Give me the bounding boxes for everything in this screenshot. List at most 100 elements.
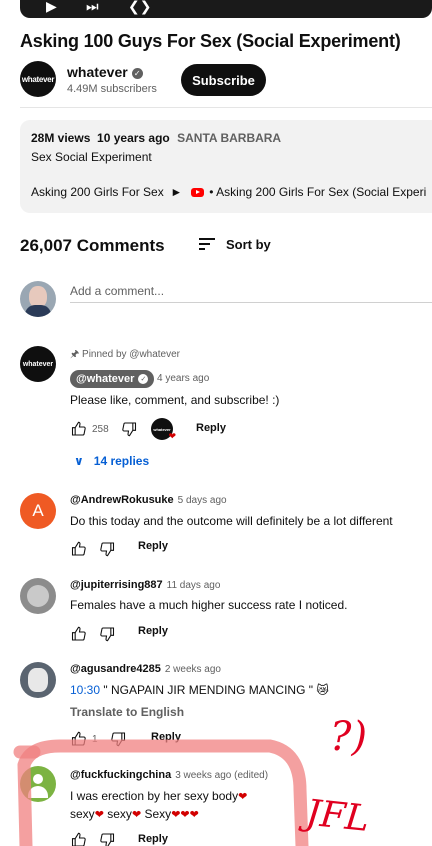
pinned-avatar-text: whatever bbox=[22, 360, 54, 368]
comment-avatar[interactable] bbox=[20, 662, 56, 698]
youtube-icon bbox=[190, 188, 204, 197]
like-icon[interactable] bbox=[70, 421, 87, 437]
heart-icon: ❤ bbox=[168, 431, 176, 441]
subscribe-button[interactable]: Subscribe bbox=[181, 64, 266, 96]
comment-text-line-2: sexy❤ sexy❤ Sexy❤❤❤ bbox=[70, 807, 199, 821]
comment-time: 2 weeks ago bbox=[164, 664, 221, 675]
comment-avatar[interactable]: A bbox=[20, 493, 56, 529]
comment-avatar[interactable] bbox=[20, 578, 56, 614]
video-player[interactable]: ▶ ⏭ ❮❯ bbox=[20, 0, 432, 18]
like-count: 258 bbox=[92, 423, 109, 435]
subscriber-count: 4.49M subscribers bbox=[67, 83, 157, 95]
comment-actions bbox=[70, 832, 116, 846]
comment-body: I was erection by her sexy body bbox=[70, 789, 239, 803]
comment-actions bbox=[70, 541, 116, 557]
comments-count: 26,007 Comments bbox=[20, 236, 165, 255]
comment-word: sexy bbox=[70, 807, 95, 821]
link-prefix: Asking 200 Girls For Sex bbox=[31, 185, 164, 199]
avatar-image bbox=[27, 585, 49, 607]
channel-avatar[interactable]: whatever bbox=[20, 61, 56, 97]
heart-emoji-icon: ❤ bbox=[94, 809, 104, 821]
chevron-down-icon: ∨ bbox=[74, 454, 84, 468]
add-comment-input[interactable]: Add a comment... bbox=[70, 284, 164, 298]
comment-body: " NGAPAIN JIR MENDING MANCING " 😿 bbox=[100, 683, 329, 697]
dislike-icon[interactable] bbox=[99, 541, 116, 557]
comment-text-line-1: I was erection by her sexy body❤ bbox=[70, 789, 247, 803]
video-title: Asking 100 Guys For Sex (Social Experime… bbox=[20, 31, 401, 51]
creator-heart-badge: whatever ❤ bbox=[151, 418, 176, 441]
author-name: @fuckfuckingchina bbox=[70, 769, 172, 781]
dislike-icon[interactable] bbox=[99, 626, 116, 642]
author-name: @jupiterrising887 bbox=[70, 579, 163, 591]
like-icon[interactable] bbox=[70, 731, 87, 747]
channel-name[interactable]: whatever ✓ bbox=[67, 64, 143, 80]
heart-emoji-icon: ❤ bbox=[131, 809, 142, 821]
channel-logo-text: whatever bbox=[21, 74, 55, 84]
reply-button[interactable]: Reply bbox=[151, 731, 181, 743]
verified-icon: ✓ bbox=[131, 68, 143, 79]
pinned-comment-actions: 258 bbox=[70, 421, 138, 437]
next-icon[interactable]: ⏭ bbox=[86, 0, 99, 14]
reply-button[interactable]: Reply bbox=[196, 422, 226, 434]
heart-emoji-icon: ❤ bbox=[238, 791, 248, 803]
volume-icon[interactable]: ❮❯ bbox=[128, 0, 151, 14]
pinned-comment-avatar[interactable]: whatever bbox=[20, 346, 56, 382]
sort-icon[interactable] bbox=[199, 238, 215, 252]
comment-time: 3 weeks ago (edited) bbox=[175, 770, 269, 781]
avatar-image bbox=[28, 668, 48, 692]
add-comment-underline bbox=[70, 302, 432, 303]
question-marks-scribble: ?) bbox=[330, 714, 367, 760]
comment-text: 10:30 " NGAPAIN JIR MENDING MANCING " 😿 bbox=[70, 683, 329, 697]
comment-word: Sexy bbox=[144, 807, 172, 821]
description-text: Sex Social Experiment bbox=[31, 150, 152, 164]
author-name: @agusandre4285 bbox=[70, 663, 161, 675]
description-stats: 28M views 10 years ago SANTA BARBARA bbox=[31, 131, 281, 145]
comment-actions bbox=[70, 626, 116, 642]
replies-count: 14 replies bbox=[93, 454, 150, 468]
sort-button[interactable]: Sort by bbox=[226, 237, 271, 252]
author-name: @AndrewRokusuke bbox=[70, 494, 174, 506]
reply-button[interactable]: Reply bbox=[138, 540, 168, 552]
comment-author[interactable]: @agusandre4285 2 weeks ago bbox=[70, 663, 221, 675]
heart-emoji-icon: ❤❤❤ bbox=[171, 809, 199, 821]
reply-button[interactable]: Reply bbox=[138, 625, 168, 637]
default-avatar-icon bbox=[28, 772, 48, 798]
like-count: 1 bbox=[92, 733, 98, 745]
dislike-icon[interactable] bbox=[110, 731, 127, 747]
user-avatar bbox=[20, 281, 56, 317]
reply-button[interactable]: Reply bbox=[138, 833, 168, 845]
creator-author-chip[interactable]: @whatever ✓ bbox=[70, 370, 155, 388]
comment-time: 5 days ago bbox=[177, 495, 227, 506]
like-icon[interactable] bbox=[70, 626, 87, 642]
comment-text: Do this today and the outcome will defin… bbox=[70, 514, 393, 528]
pinned-by-text: Pinned by @whatever bbox=[82, 349, 181, 360]
play-icon[interactable]: ▶ bbox=[46, 0, 57, 14]
description-box[interactable]: 28M views 10 years ago SANTA BARBARA Sex… bbox=[20, 120, 432, 213]
pin-icon: 🖈 bbox=[70, 349, 80, 360]
comment-author[interactable]: @jupiterrising887 11 days ago bbox=[70, 579, 220, 591]
channel-name-label: whatever bbox=[67, 64, 128, 80]
jfl-scribble: JFL bbox=[297, 792, 371, 840]
related-video-link[interactable]: • Asking 200 Girls For Sex (Social Exper… bbox=[209, 185, 426, 199]
comment-avatar[interactable] bbox=[20, 766, 56, 802]
comment-text: Females have a much higher success rate … bbox=[70, 598, 348, 612]
pinned-comment-text: Please like, comment, and subscribe! :) bbox=[70, 393, 280, 407]
dislike-icon[interactable] bbox=[121, 421, 138, 437]
comment-actions: 1 bbox=[70, 731, 127, 747]
comment-author[interactable]: @fuckfuckingchina 3 weeks ago (edited) bbox=[70, 769, 268, 781]
view-count: 28M views bbox=[31, 131, 91, 145]
comment-author[interactable]: @AndrewRokusuke 5 days ago bbox=[70, 494, 227, 506]
arrow-icon: ► bbox=[167, 185, 186, 199]
upload-age: 10 years ago bbox=[97, 131, 170, 145]
divider bbox=[20, 107, 432, 108]
translate-button[interactable]: Translate to English bbox=[70, 705, 184, 719]
location: SANTA BARBARA bbox=[177, 131, 282, 145]
verified-icon: ✓ bbox=[138, 374, 149, 384]
dislike-icon[interactable] bbox=[99, 832, 116, 846]
timestamp-link[interactable]: 10:30 bbox=[70, 683, 100, 697]
avatar-letter: A bbox=[32, 501, 44, 520]
pinned-label: 🖈 Pinned by @whatever bbox=[70, 347, 180, 364]
view-replies-button[interactable]: ∨ 14 replies bbox=[74, 454, 149, 468]
like-icon[interactable] bbox=[70, 832, 87, 846]
like-icon[interactable] bbox=[70, 541, 87, 557]
